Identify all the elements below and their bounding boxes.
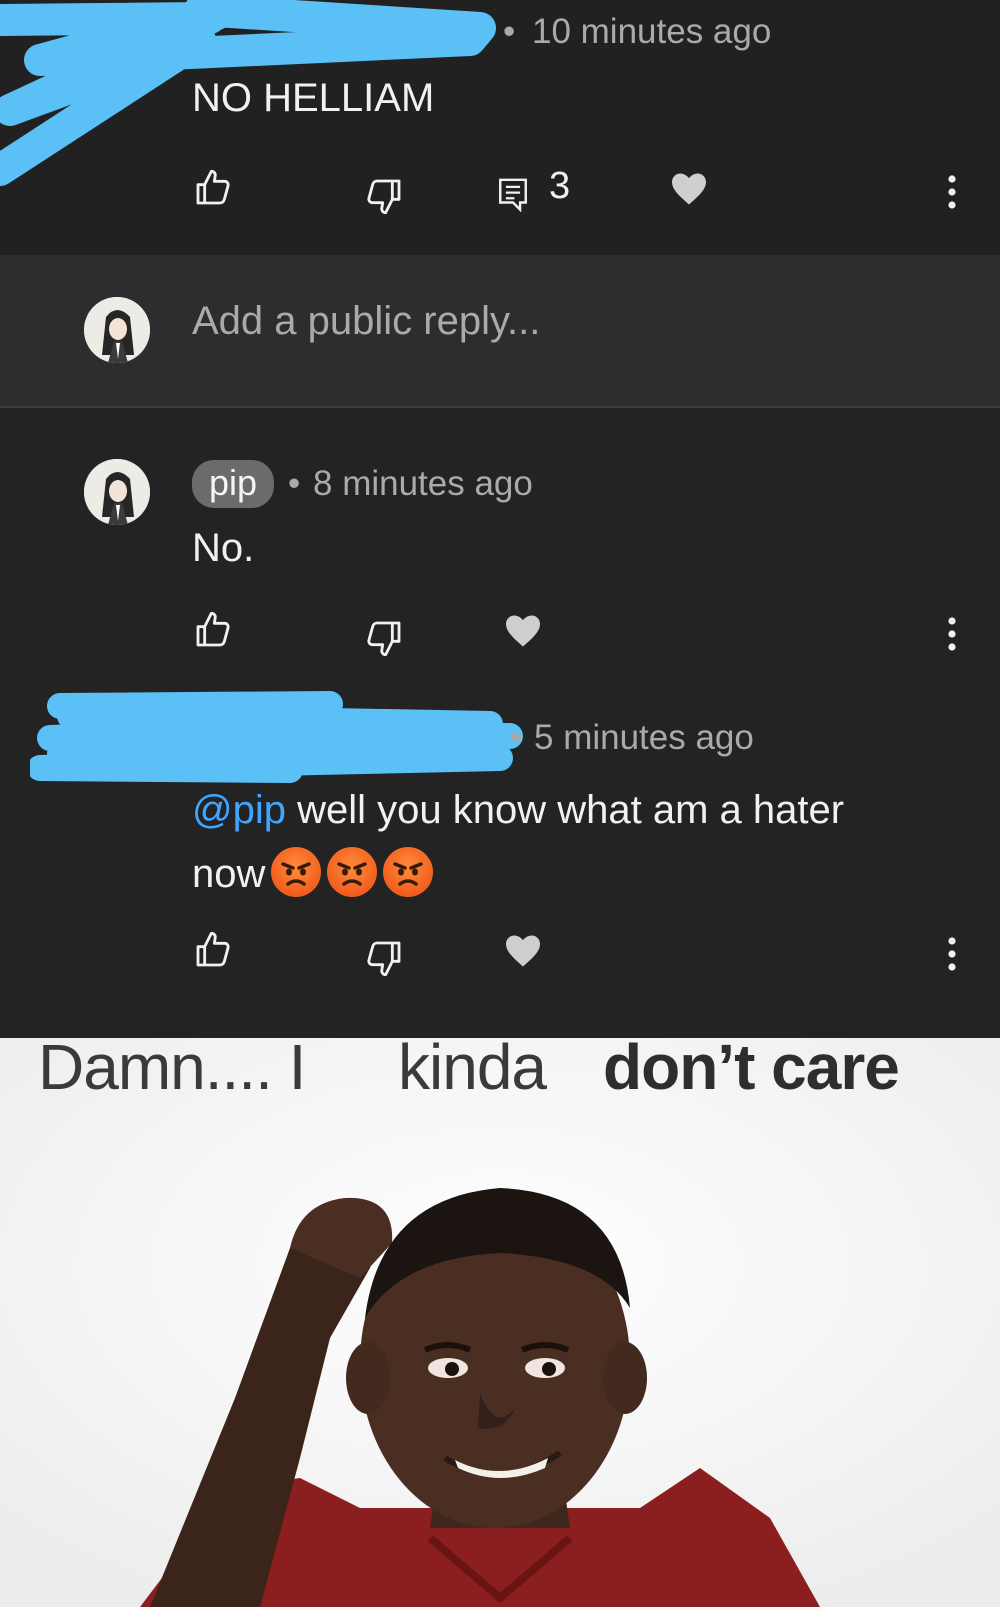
meme-caption-part1: Damn.... I <box>38 1031 306 1103</box>
meme-image <box>0 1038 1000 1607</box>
like-icon[interactable] <box>192 930 234 970</box>
meme-boy-illustration <box>0 1038 1000 1607</box>
reply-input[interactable]: Add a public reply... <box>192 299 540 344</box>
redaction-scribble <box>30 691 523 783</box>
dislike-icon[interactable] <box>363 176 405 216</box>
angry-face-icon <box>383 847 434 897</box>
reply-box: Add a public reply... <box>0 255 1000 408</box>
more-vert-icon[interactable] <box>947 616 957 652</box>
angry-face-icon <box>271 847 322 897</box>
dislike-icon[interactable] <box>363 618 405 658</box>
reply-text: No. <box>192 526 255 570</box>
meta-separator: • <box>510 718 523 757</box>
more-vert-icon[interactable] <box>947 936 957 972</box>
mention-link[interactable]: @pip <box>192 788 286 832</box>
dislike-icon[interactable] <box>363 938 405 978</box>
author-chip[interactable]: pip <box>192 460 275 508</box>
top-comment: • 10 minutes ago NO HELLIAM 3 <box>0 0 1000 255</box>
like-icon[interactable] <box>192 168 234 208</box>
avatar <box>84 459 150 525</box>
reply-count[interactable]: 3 <box>549 165 570 208</box>
comment-timestamp: 10 minutes ago <box>532 12 772 51</box>
more-vert-icon[interactable] <box>947 174 957 210</box>
reply-text-line1: well you know what am a hater <box>285 788 845 832</box>
meme-caption-part2: kinda <box>398 1031 547 1103</box>
avatar <box>84 297 150 363</box>
angry-face-icon <box>327 847 378 897</box>
reply-timestamp: 5 minutes ago <box>534 718 754 757</box>
reply-icon[interactable] <box>496 175 530 213</box>
meta-separator: • <box>288 464 301 503</box>
reply-text: @pip well you know what am a hater now <box>192 778 952 906</box>
heart-icon[interactable] <box>670 172 708 206</box>
comment-text: NO HELLIAM <box>192 76 435 120</box>
reply-text-line2: now <box>192 852 266 896</box>
meme-caption-part3: don’t care <box>603 1031 900 1103</box>
emoji-row <box>265 847 434 897</box>
heart-icon[interactable] <box>504 614 542 648</box>
heart-icon[interactable] <box>504 934 542 968</box>
replies-thread: pip • 8 minutes ago No. • 5 minutes ago … <box>0 408 1000 1038</box>
comment-meta-separator: • <box>503 12 516 51</box>
reply-timestamp: 8 minutes ago <box>313 464 533 503</box>
like-icon[interactable] <box>192 610 234 650</box>
